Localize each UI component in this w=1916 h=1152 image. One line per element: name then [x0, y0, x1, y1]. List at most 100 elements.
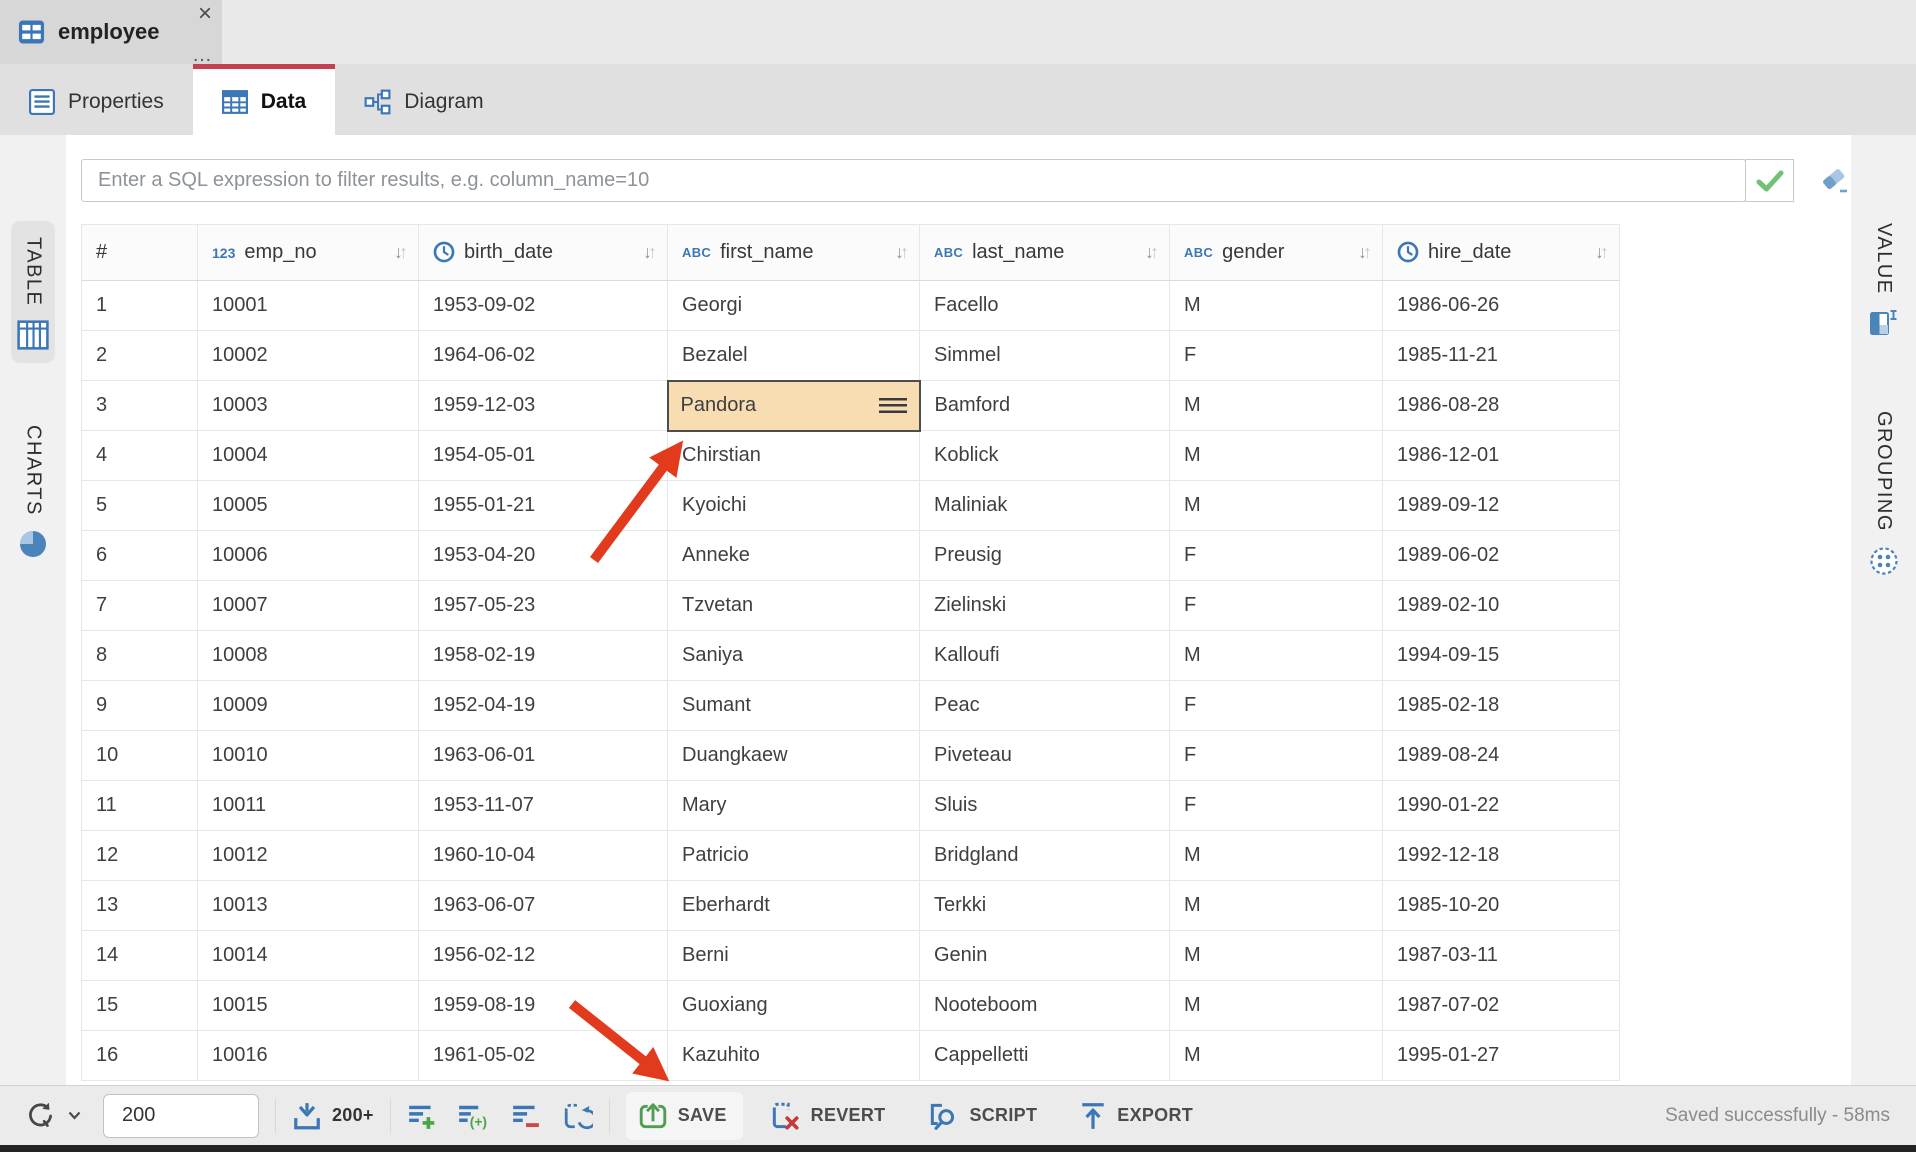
table-cell[interactable]: 1990-01-22: [1383, 781, 1620, 831]
table-cell[interactable]: 1954-05-01: [419, 431, 668, 481]
tab-data[interactable]: Data: [193, 64, 336, 135]
table-cell[interactable]: Maliniak: [920, 481, 1170, 531]
export-button[interactable]: EXPORT: [1079, 1101, 1193, 1131]
table-cell[interactable]: Sluis: [920, 781, 1170, 831]
table-cell[interactable]: 1987-03-11: [1383, 931, 1620, 981]
table-cell[interactable]: F: [1170, 781, 1383, 831]
table-cell[interactable]: Facello: [920, 281, 1170, 331]
table-cell[interactable]: M: [1170, 381, 1383, 431]
table-cell[interactable]: 1985-11-21: [1383, 331, 1620, 381]
row-number-cell[interactable]: 2: [82, 331, 198, 381]
row-number-cell[interactable]: 4: [82, 431, 198, 481]
row-number-cell[interactable]: 15: [82, 981, 198, 1031]
column-header-rownum[interactable]: #: [82, 225, 198, 281]
table-cell[interactable]: 10012: [198, 831, 419, 881]
table-cell[interactable]: 10011: [198, 781, 419, 831]
cell-menu-icon[interactable]: [879, 398, 907, 413]
table-cell[interactable]: Koblick: [920, 431, 1170, 481]
table-cell[interactable]: Chirstian: [668, 431, 920, 481]
table-cell[interactable]: 10007: [198, 581, 419, 631]
column-header-birth_date[interactable]: birth_date↓↑: [419, 225, 668, 281]
table-cell[interactable]: M: [1170, 931, 1383, 981]
table-cell[interactable]: 1961-05-02: [419, 1031, 668, 1081]
table-cell[interactable]: 1956-02-12: [419, 931, 668, 981]
table-cell[interactable]: 1989-02-10: [1383, 581, 1620, 631]
row-number-cell[interactable]: 6: [82, 531, 198, 581]
table-cell[interactable]: Bezalel: [668, 331, 920, 381]
table-cell[interactable]: 1994-09-15: [1383, 631, 1620, 681]
tab-properties[interactable]: Properties: [0, 64, 193, 135]
row-number-cell[interactable]: 1: [82, 281, 198, 331]
table-cell[interactable]: 1989-06-02: [1383, 531, 1620, 581]
table-cell[interactable]: 1957-05-23: [419, 581, 668, 631]
row-number-cell[interactable]: 3: [82, 381, 198, 431]
panel-tab-value[interactable]: VALUE: [1869, 223, 1899, 337]
table-cell[interactable]: 10002: [198, 331, 419, 381]
table-cell[interactable]: 1995-01-27: [1383, 1031, 1620, 1081]
table-cell[interactable]: Bamford: [920, 381, 1170, 431]
table-cell[interactable]: 1953-11-07: [419, 781, 668, 831]
table-cell[interactable]: Eberhardt: [668, 881, 920, 931]
sort-icon[interactable]: ↓↑: [1145, 242, 1159, 263]
clear-filter-eraser-icon[interactable]: [1819, 166, 1851, 196]
column-header-hire_date[interactable]: hire_date↓↑: [1383, 225, 1620, 281]
refresh-button[interactable]: [24, 1100, 81, 1132]
row-number-cell[interactable]: 10: [82, 731, 198, 781]
save-button[interactable]: SAVE: [626, 1092, 743, 1140]
table-cell[interactable]: Anneke: [668, 531, 920, 581]
panel-tab-charts[interactable]: CHARTS: [19, 425, 47, 558]
row-number-cell[interactable]: 16: [82, 1031, 198, 1081]
row-number-cell[interactable]: 14: [82, 931, 198, 981]
close-tab-icon[interactable]: ×: [198, 1, 212, 27]
table-cell[interactable]: Piveteau: [920, 731, 1170, 781]
apply-filter-button[interactable]: [1745, 159, 1794, 202]
table-cell[interactable]: Cappelletti: [920, 1031, 1170, 1081]
table-cell[interactable]: M: [1170, 431, 1383, 481]
row-number-cell[interactable]: 8: [82, 631, 198, 681]
table-cell[interactable]: Kyoichi: [668, 481, 920, 531]
table-cell[interactable]: 1955-01-21: [419, 481, 668, 531]
table-cell[interactable]: M: [1170, 281, 1383, 331]
table-cell[interactable]: M: [1170, 831, 1383, 881]
table-cell[interactable]: M: [1170, 981, 1383, 1031]
panel-tab-table[interactable]: TABLE: [11, 221, 55, 363]
table-cell[interactable]: 10014: [198, 931, 419, 981]
table-cell[interactable]: 1986-06-26: [1383, 281, 1620, 331]
row-number-cell[interactable]: 13: [82, 881, 198, 931]
selected-cell[interactable]: Pandora: [668, 381, 920, 431]
table-cell[interactable]: 1959-08-19: [419, 981, 668, 1031]
sort-icon[interactable]: ↓↑: [1358, 242, 1372, 263]
sql-filter-input[interactable]: [81, 159, 1746, 202]
table-cell[interactable]: Berni: [668, 931, 920, 981]
row-number-cell[interactable]: 7: [82, 581, 198, 631]
table-cell[interactable]: 10015: [198, 981, 419, 1031]
table-cell[interactable]: Mary: [668, 781, 920, 831]
table-cell[interactable]: 1986-08-28: [1383, 381, 1620, 431]
table-cell[interactable]: Guoxiang: [668, 981, 920, 1031]
table-cell[interactable]: Georgi: [668, 281, 920, 331]
table-cell[interactable]: 10003: [198, 381, 419, 431]
table-cell[interactable]: 1985-02-18: [1383, 681, 1620, 731]
delete-row-button[interactable]: [511, 1101, 541, 1131]
table-cell[interactable]: 1963-06-01: [419, 731, 668, 781]
table-cell[interactable]: F: [1170, 581, 1383, 631]
sort-icon[interactable]: ↓↑: [1595, 242, 1609, 263]
table-cell[interactable]: 1985-10-20: [1383, 881, 1620, 931]
table-cell[interactable]: M: [1170, 481, 1383, 531]
refresh-row-button[interactable]: [563, 1101, 593, 1131]
row-number-cell[interactable]: 12: [82, 831, 198, 881]
column-header-first_name[interactable]: ABCfirst_name↓↑: [668, 225, 920, 281]
table-cell[interactable]: 10006: [198, 531, 419, 581]
fetch-size-input[interactable]: [103, 1094, 259, 1138]
table-cell[interactable]: Zielinski: [920, 581, 1170, 631]
row-number-cell[interactable]: 11: [82, 781, 198, 831]
table-cell[interactable]: Peac: [920, 681, 1170, 731]
table-cell[interactable]: F: [1170, 731, 1383, 781]
table-cell[interactable]: Simmel: [920, 331, 1170, 381]
table-cell[interactable]: 1989-08-24: [1383, 731, 1620, 781]
table-cell[interactable]: Terkki: [920, 881, 1170, 931]
table-cell[interactable]: 1959-12-03: [419, 381, 668, 431]
panel-tab-grouping[interactable]: GROUPING: [1869, 411, 1899, 576]
table-cell[interactable]: 1986-12-01: [1383, 431, 1620, 481]
column-header-last_name[interactable]: ABClast_name↓↑: [920, 225, 1170, 281]
